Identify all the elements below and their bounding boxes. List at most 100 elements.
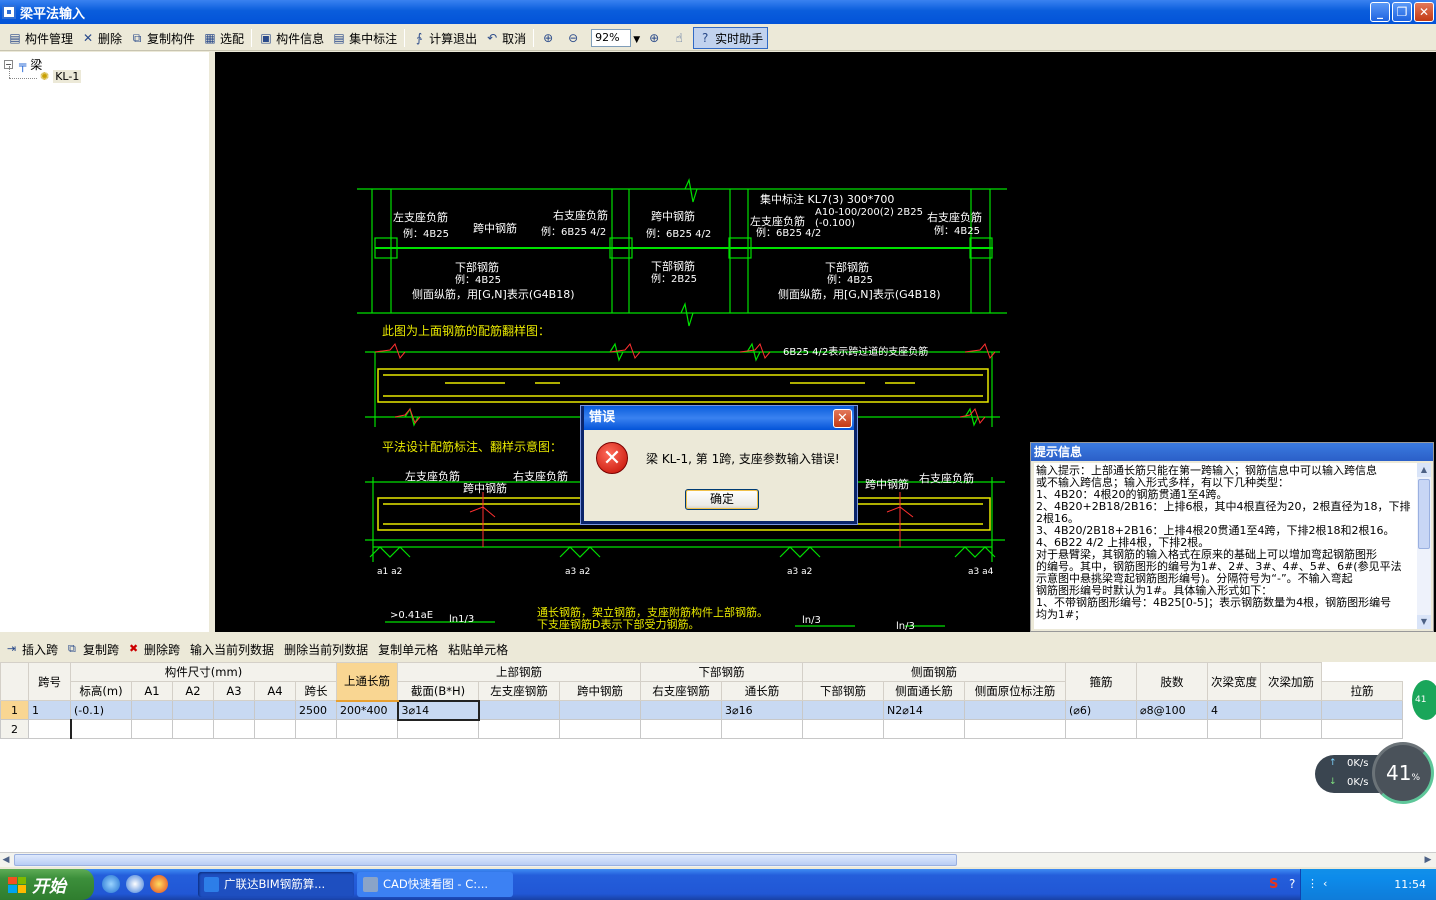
row-number[interactable]: 2 (0, 719, 29, 739)
expand-tray-icon[interactable]: ‹ (1323, 877, 1327, 890)
scroll-right-icon[interactable]: ▶ (1422, 854, 1434, 866)
cell-a4[interactable] (254, 719, 296, 739)
col-legs[interactable]: 肢数 (1136, 662, 1208, 701)
dialog-close-button[interactable]: ✕ (833, 409, 852, 428)
cell-legs[interactable]: 4 (1207, 700, 1261, 720)
start-button[interactable]: 开始 (0, 869, 94, 900)
copy-component-button[interactable]: ⧉ 复制构件 (126, 27, 199, 49)
row-number[interactable]: 1 (0, 700, 29, 720)
cell-a3[interactable] (213, 719, 255, 739)
cell-b-bot[interactable] (802, 700, 884, 720)
cell-legs[interactable] (1207, 719, 1261, 739)
col-sec-add[interactable]: 次梁加筋 (1260, 662, 1322, 701)
cell-sec-w[interactable] (1260, 719, 1322, 739)
cell-len[interactable]: 2500 (295, 700, 337, 720)
cell-left[interactable] (478, 719, 560, 739)
tips-scrollbar[interactable]: ▲ ▼ (1417, 463, 1431, 629)
cell-elev[interactable] (70, 719, 132, 739)
cell-elev[interactable]: (-0.1) (70, 700, 132, 720)
scroll-left-icon[interactable]: ◀ (0, 854, 12, 866)
select-config-button[interactable]: ▦ 选配 (199, 27, 248, 49)
sogou-icon[interactable]: S (1269, 877, 1278, 892)
tree-node-kl1[interactable]: ✺ KL-1 (40, 70, 82, 83)
scroll-down-icon[interactable]: ▼ (1417, 615, 1431, 629)
chrome-icon[interactable] (150, 875, 168, 893)
minimize-button[interactable]: _ (1370, 2, 1390, 22)
col-sec-width[interactable]: 次梁宽度 (1207, 662, 1261, 701)
component-manage-button[interactable]: ▤ 构件管理 (4, 27, 77, 49)
taskbar-item-cad[interactable]: CAD快速看图 - C:... (357, 872, 513, 897)
scroll-up-icon[interactable]: ▲ (1417, 463, 1431, 477)
hscroll-thumb[interactable] (14, 854, 957, 866)
memory-percent-widget[interactable]: 41% (1372, 742, 1434, 804)
cell-span[interactable] (28, 719, 72, 739)
cell-stirrup[interactable]: ⌀8@100 (1136, 700, 1208, 720)
col-b-through[interactable]: 通长筋 (721, 681, 803, 701)
zoom-out-button[interactable]: ⊖ (562, 27, 587, 49)
zoom-fit-button[interactable]: ⊕ (643, 27, 668, 49)
cell-a1[interactable] (131, 719, 173, 739)
paste-cell-button[interactable]: 粘贴单元格 (443, 639, 513, 659)
table-row[interactable]: 2 (0, 719, 1403, 739)
col-b-bot[interactable]: 下部钢筋 (802, 681, 884, 701)
col-through[interactable]: 上通长筋 (336, 662, 398, 702)
cell-mid[interactable] (559, 719, 641, 739)
cell-a2[interactable] (172, 700, 214, 720)
cell-right[interactable] (640, 700, 722, 720)
maximize-button[interactable]: ❐ (1392, 2, 1412, 22)
col-a4[interactable]: A4 (254, 681, 296, 701)
network-icon[interactable]: ⋮ (1307, 877, 1318, 890)
cell-through[interactable] (397, 719, 479, 739)
delete-button[interactable]: ✕ 删除 (77, 27, 126, 49)
col-right[interactable]: 右支座钢筋 (640, 681, 722, 701)
cell-s-orig[interactable] (964, 700, 1066, 720)
zoom-select[interactable]: 92% ▼ (591, 29, 640, 47)
col-a2[interactable]: A2 (172, 681, 214, 701)
delete-column-button[interactable]: 删除当前列数据 (279, 639, 373, 659)
cell-s-orig[interactable] (964, 719, 1066, 739)
col-len[interactable]: 跨长 (295, 681, 337, 701)
cell-span[interactable]: 1 (28, 700, 71, 720)
cancel-button[interactable]: ↶ 取消 (481, 27, 530, 49)
col-tie[interactable]: 拉筋 (1321, 681, 1403, 701)
input-column-button[interactable]: 输入当前列数据 (185, 639, 279, 659)
cell-s-through[interactable] (883, 719, 965, 739)
table-row[interactable]: 1 1 (-0.1) 2500 200*400 3⌀14 3⌀16 N2⌀14 … (0, 699, 1403, 721)
cell-tie[interactable] (1065, 719, 1137, 739)
scroll-thumb[interactable] (1418, 479, 1430, 549)
cell-sec[interactable] (336, 719, 398, 739)
cell-through[interactable]: 3⌀14 (396, 699, 480, 721)
cell-len[interactable] (295, 719, 337, 739)
browser-icon[interactable] (126, 875, 144, 893)
cell-tie[interactable]: (⌀6) (1065, 700, 1137, 720)
col-span[interactable]: 跨号 (28, 662, 71, 701)
col-s-through[interactable]: 侧面通长筋 (883, 681, 965, 701)
clock[interactable]: 11:54 (1394, 878, 1426, 891)
close-button[interactable]: ✕ (1414, 2, 1434, 22)
cell-a3[interactable] (213, 700, 255, 720)
col-elev[interactable]: 标高(m) (70, 681, 132, 701)
cell-b-through[interactable]: 3⌀16 (721, 700, 803, 720)
calc-exit-button[interactable]: ∱ 计算退出 (408, 27, 481, 49)
cell-stirrup[interactable] (1136, 719, 1208, 739)
realtime-assistant-button[interactable]: ? 实时助手 (693, 27, 769, 49)
cell-a4[interactable] (254, 700, 296, 720)
taskbar-item-bim[interactable]: 广联达BIM钢筋算... (198, 872, 354, 897)
cell-mid[interactable] (559, 700, 641, 720)
help-icon[interactable]: ? (1289, 877, 1295, 891)
cell-right[interactable] (640, 719, 722, 739)
col-stirrup[interactable]: 箍筋 (1065, 662, 1137, 701)
component-info-button[interactable]: ▣ 构件信息 (255, 27, 328, 49)
ie-icon[interactable] (102, 875, 120, 893)
cell-b-through[interactable] (721, 719, 803, 739)
ok-button[interactable]: 确定 (685, 489, 759, 510)
col-sec[interactable]: 截面(B*H) (397, 681, 479, 701)
cell-sec[interactable]: 200*400 (336, 700, 398, 720)
delete-span-button[interactable]: ✖ 删除跨 (124, 639, 185, 659)
col-left[interactable]: 左支座钢筋 (478, 681, 560, 701)
cell-sec-w[interactable] (1260, 700, 1322, 720)
copy-span-button[interactable]: ⧉ 复制跨 (63, 639, 124, 659)
col-s-orig[interactable]: 侧面原位标注筋 (964, 681, 1066, 701)
cell-s-through[interactable]: N2⌀14 (883, 700, 965, 720)
cell-a1[interactable] (131, 700, 173, 720)
